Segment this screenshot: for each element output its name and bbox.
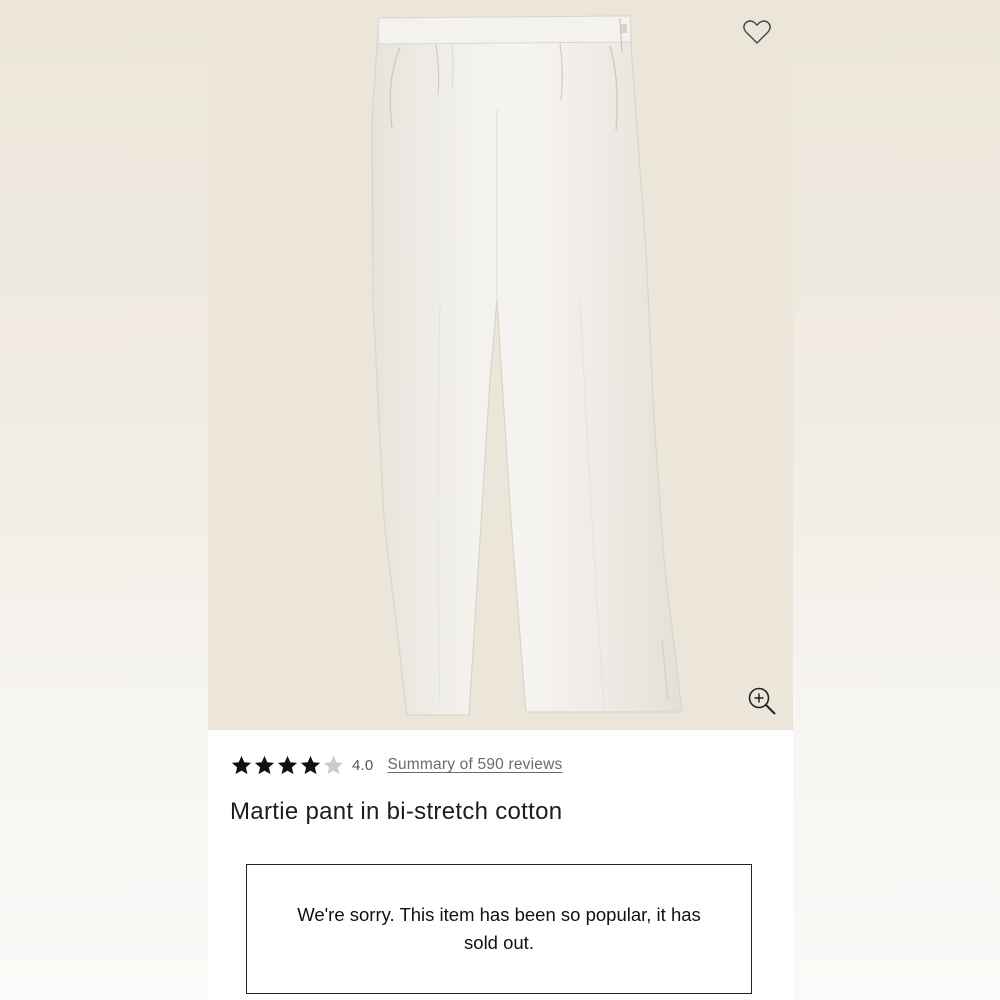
reviews-summary-link[interactable]: Summary of 590 reviews — [387, 756, 562, 774]
product-image[interactable] — [208, 0, 793, 730]
zoom-button[interactable] — [746, 685, 778, 717]
left-backdrop — [0, 0, 208, 1000]
sold-out-notice: We're sorry. This item has been so popul… — [246, 864, 752, 994]
wishlist-button[interactable] — [742, 18, 772, 46]
star-filled-icon — [254, 755, 275, 774]
rating-row: 4.0 Summary of 590 reviews — [230, 752, 562, 778]
sold-out-message: We're sorry. This item has been so popul… — [297, 904, 701, 953]
heart-outline-icon — [743, 20, 771, 44]
pants-illustration — [371, 15, 683, 716]
rating-value: 4.0 — [352, 756, 374, 774]
product-title: Martie pant in bi-stretch cotton — [230, 798, 563, 825]
star-empty-icon — [323, 755, 344, 774]
right-backdrop — [793, 0, 1000, 1000]
star-filled-icon — [231, 755, 252, 774]
star-filled-icon — [277, 755, 298, 774]
star-rating — [230, 754, 345, 777]
zoom-in-icon — [748, 687, 776, 715]
product-card: 4.0 Summary of 590 reviews Martie pant i… — [208, 0, 793, 1000]
star-filled-icon — [300, 755, 321, 774]
